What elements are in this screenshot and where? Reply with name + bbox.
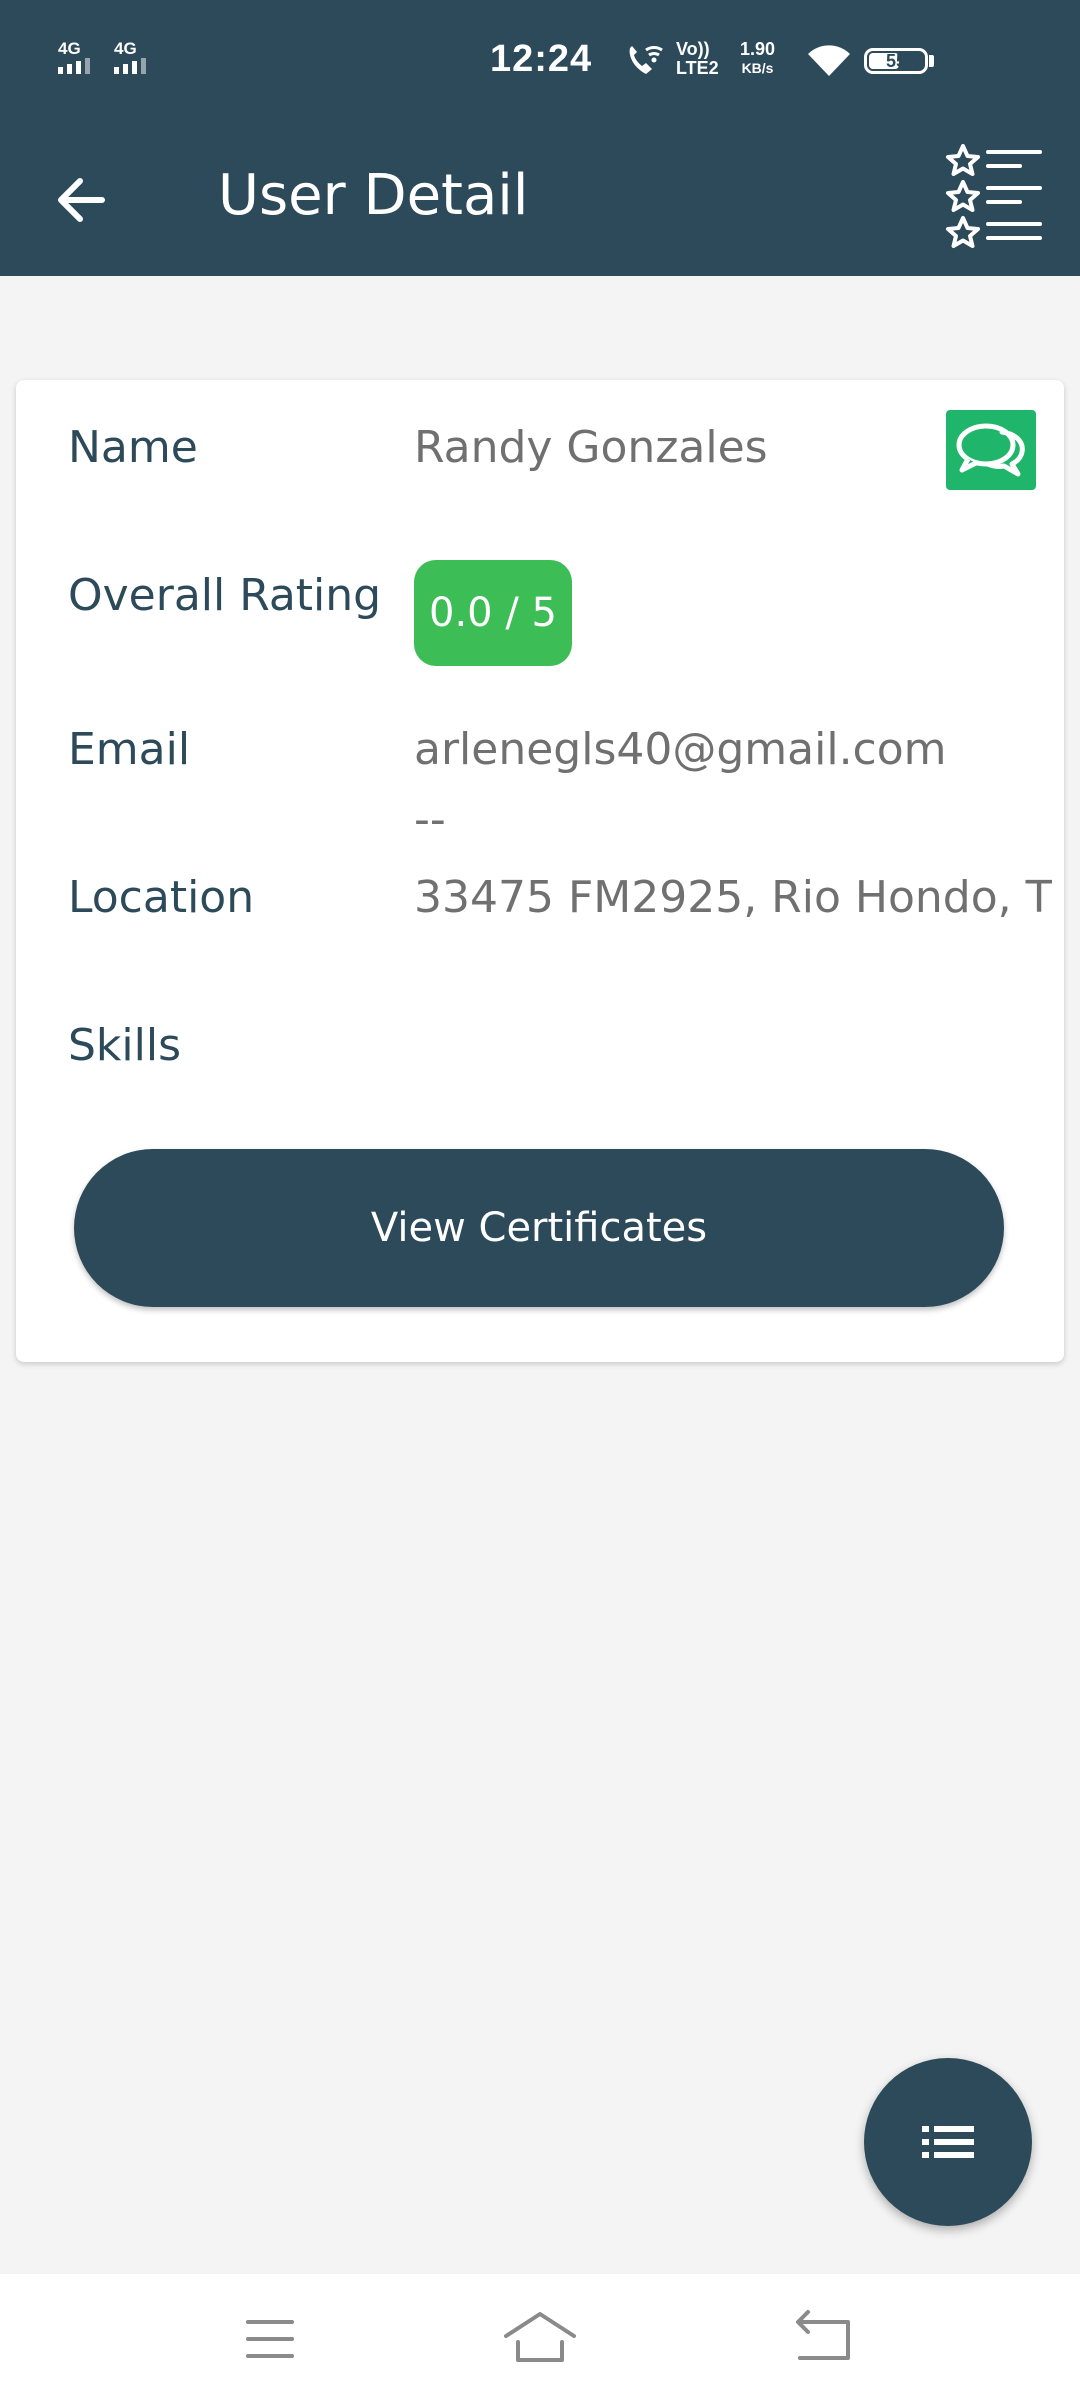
home-button[interactable] bbox=[500, 2304, 580, 2374]
system-nav-bar bbox=[0, 2274, 1080, 2400]
phone-value: -- bbox=[414, 794, 446, 845]
sim1-signal-icon bbox=[58, 58, 90, 74]
chat-button[interactable] bbox=[946, 410, 1036, 490]
app-bar: User Detail bbox=[0, 124, 1080, 276]
menu-button[interactable] bbox=[230, 2304, 310, 2374]
status-time: 12:24 bbox=[490, 38, 593, 80]
wifi-calling-icon bbox=[629, 45, 663, 74]
location-value: 33475 FM2925, Rio Hondo, TX bbox=[414, 872, 1052, 923]
name-value: Randy Gonzales bbox=[414, 422, 768, 473]
status-bar: 4G 4G 12:24 Vo)) LTE2 1.90 KB/s 55 bbox=[0, 0, 1080, 124]
speed-unit: KB/s bbox=[741, 60, 774, 76]
menu-icon bbox=[246, 2320, 294, 2358]
back-icon bbox=[796, 2310, 850, 2360]
skills-label: Skills bbox=[68, 1020, 182, 1071]
list-icon bbox=[922, 2126, 974, 2158]
volte-bottom-label: LTE2 bbox=[676, 58, 719, 78]
battery-icon: 55 bbox=[864, 48, 928, 74]
overall-rating-label: Overall Rating bbox=[68, 570, 382, 621]
network-speed: 1.90 KB/s bbox=[740, 40, 775, 78]
list-fab-button[interactable] bbox=[864, 2058, 1032, 2226]
chat-bubbles-icon bbox=[956, 423, 1025, 477]
wifi-icon bbox=[808, 45, 850, 76]
sim2-network-label: 4G bbox=[114, 39, 137, 58]
back-button[interactable] bbox=[44, 164, 116, 236]
location-label: Location bbox=[68, 872, 255, 923]
battery-tip bbox=[929, 55, 934, 67]
sim2-signal-icon bbox=[114, 58, 146, 74]
back-nav-button[interactable] bbox=[784, 2304, 864, 2374]
speed-value: 1.90 bbox=[740, 39, 776, 59]
user-detail-card: Name Randy Gonzales Overall Rating 0.0 /… bbox=[16, 380, 1064, 1362]
ratings-list-button[interactable] bbox=[940, 142, 1048, 258]
page-title: User Detail bbox=[218, 163, 529, 228]
star-list-icon bbox=[946, 144, 1042, 248]
arrow-left-icon bbox=[58, 178, 105, 222]
sim1-network-label: 4G bbox=[58, 39, 81, 58]
view-certificates-button[interactable]: View Certificates bbox=[74, 1149, 1004, 1307]
volte-top-label: Vo)) bbox=[676, 39, 710, 59]
battery-level: 55 bbox=[885, 51, 907, 71]
volte-indicator: Vo)) LTE2 bbox=[676, 40, 719, 78]
home-icon bbox=[504, 2312, 576, 2362]
rating-badge: 0.0 / 5 bbox=[414, 560, 572, 666]
email-label: Email bbox=[68, 724, 191, 775]
email-value[interactable]: arlenegls40@gmail.com bbox=[414, 720, 947, 780]
name-label: Name bbox=[68, 422, 198, 473]
